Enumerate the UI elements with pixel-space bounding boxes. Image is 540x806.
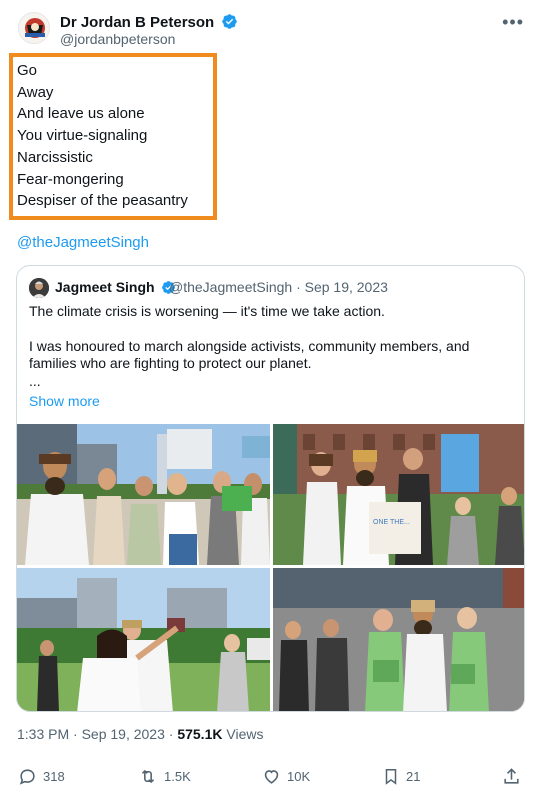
action-bar: 318 1.5K 10K 21	[18, 767, 524, 791]
author-avatar[interactable]	[18, 12, 50, 44]
reply-icon	[19, 769, 35, 785]
quoted-ellipsis: ...	[29, 372, 41, 389]
quoted-name[interactable]: Jagmeet Singh	[55, 279, 176, 295]
sign-text: ONE THE...	[373, 519, 410, 526]
quoted-tweet[interactable]: Jagmeet Singh @theJagmeetSingh · Sep 19,…	[16, 265, 525, 712]
tweet-metadata: 1:33 PM · Sep 19, 2023 · 575.1K Views	[17, 726, 263, 742]
photo-march-4[interactable]	[273, 568, 524, 711]
author-name-text[interactable]: Dr Jordan B Peterson	[60, 14, 214, 31]
tweet-header: Dr Jordan B Peterson @jordanbpeterson ••…	[18, 10, 528, 50]
quoted-paragraph: The climate crisis is worsening — it's t…	[29, 303, 385, 319]
quoted-name-text[interactable]: Jagmeet Singh	[55, 279, 155, 295]
photo-march-1[interactable]	[17, 424, 270, 565]
tweet-line: Go	[17, 62, 38, 79]
tweet-line: You virtue-signaling	[17, 127, 148, 145]
reply-button[interactable]: 318	[18, 767, 65, 786]
bookmark-count: 21	[406, 769, 421, 784]
more-options-icon[interactable]: •••	[502, 12, 524, 33]
repost-icon	[141, 769, 155, 784]
heart-icon	[264, 770, 279, 784]
tweet-line: Away	[17, 83, 54, 101]
share-icon	[504, 768, 519, 784]
repost-count: 1.5K	[164, 769, 191, 784]
quoted-handle-date[interactable]: @theJagmeetSingh · Sep 19, 2023	[169, 279, 388, 295]
tweet-timestamp[interactable]: 1:33 PM · Sep 19, 2023 ·	[17, 726, 177, 742]
views-count: 575.1K	[177, 726, 223, 742]
photo-march-3[interactable]	[17, 568, 270, 711]
like-button[interactable]: 10K	[262, 767, 310, 786]
bookmark-button[interactable]: 21	[382, 767, 420, 786]
tweet-line: Despiser of the peasantry	[17, 192, 188, 210]
photo-grid: ONE THE...	[17, 424, 524, 711]
views-label: Views	[222, 726, 264, 742]
quoted-avatar[interactable]	[29, 278, 49, 298]
tweet-text: Go Away And leave us alone You virtue-si…	[17, 60, 188, 212]
reply-count: 318	[43, 769, 65, 784]
tweet-line: And leave us alone	[17, 105, 145, 123]
photo-march-2[interactable]: ONE THE...	[273, 424, 524, 565]
mention-link[interactable]: @theJagmeetSingh	[17, 234, 149, 251]
share-button[interactable]	[502, 767, 521, 786]
show-more-link[interactable]: Show more	[29, 393, 100, 409]
author-handle[interactable]: @jordanbpeterson	[60, 31, 175, 47]
quoted-text: The climate crisis is worsening — it's t…	[29, 303, 509, 390]
quoted-paragraph: I was honoured to march alongside activi…	[29, 337, 470, 372]
like-count: 10K	[287, 769, 311, 784]
verified-badge-icon	[222, 14, 238, 29]
bookmark-icon	[385, 769, 397, 785]
author-name[interactable]: Dr Jordan B Peterson	[60, 13, 238, 31]
tweet-line: Fear-mongering	[17, 170, 124, 188]
repost-button[interactable]: 1.5K	[138, 767, 191, 786]
tweet-line: Narcissistic	[17, 148, 93, 166]
